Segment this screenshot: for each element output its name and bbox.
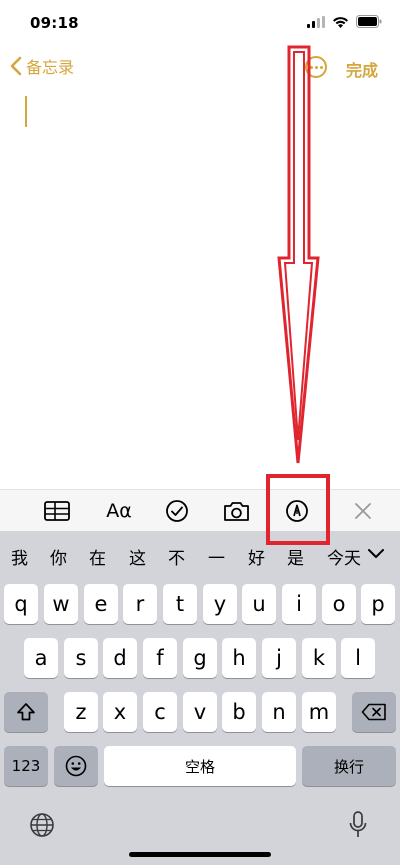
candidate-word[interactable]: 我: [11, 544, 28, 569]
key-g[interactable]: g: [183, 638, 217, 678]
keyboard: 我 你 在 这 不 一 好 是 今天 q w e r t y u i o p a…: [0, 531, 400, 865]
key-a[interactable]: a: [24, 638, 58, 678]
markup-button[interactable]: [285, 499, 309, 523]
candidate-word[interactable]: 你: [50, 544, 67, 569]
emoji-icon: [65, 755, 87, 777]
key-r[interactable]: r: [123, 584, 157, 624]
candidate-word[interactable]: 是: [287, 544, 304, 569]
emoji-key[interactable]: [54, 746, 98, 786]
key-n[interactable]: n: [262, 692, 296, 732]
text-caret: [25, 96, 27, 127]
chevron-down-icon: [368, 549, 384, 558]
candidate-word[interactable]: 今天: [327, 544, 361, 569]
shift-icon: [17, 703, 35, 721]
candidate-word[interactable]: 一: [208, 544, 225, 569]
key-b[interactable]: b: [222, 692, 256, 732]
table-icon: [44, 501, 70, 521]
key-z[interactable]: z: [64, 692, 98, 732]
candidate-word[interactable]: 好: [248, 544, 265, 569]
formatting-toolbar: Aα: [0, 489, 400, 531]
key-u[interactable]: u: [242, 584, 276, 624]
key-y[interactable]: y: [203, 584, 237, 624]
space-key[interactable]: 空格: [104, 746, 296, 786]
camera-button[interactable]: [223, 499, 250, 523]
candidate-word[interactable]: 不: [168, 544, 185, 569]
wifi-icon: [333, 16, 348, 28]
return-key[interactable]: 换行: [302, 746, 396, 786]
key-i[interactable]: i: [282, 584, 316, 624]
key-o[interactable]: o: [322, 584, 356, 624]
numbers-key[interactable]: 123: [4, 746, 48, 786]
note-body[interactable]: [0, 88, 400, 488]
key-x[interactable]: x: [103, 692, 137, 732]
key-k[interactable]: k: [302, 638, 336, 678]
key-w[interactable]: w: [44, 584, 78, 624]
key-d[interactable]: d: [103, 638, 137, 678]
candidate-word[interactable]: 这: [129, 544, 146, 569]
dictation-button[interactable]: [348, 810, 368, 844]
candidate-bar: 我 你 在 这 不 一 好 是 今天: [0, 531, 400, 573]
checklist-button[interactable]: [165, 499, 189, 523]
key-c[interactable]: c: [143, 692, 177, 732]
cellular-signal-icon: [307, 15, 325, 28]
table-button[interactable]: [43, 499, 71, 523]
shift-key[interactable]: [4, 692, 48, 732]
key-e[interactable]: e: [84, 584, 118, 624]
camera-icon: [224, 501, 249, 521]
done-button[interactable]: 完成: [346, 57, 378, 81]
microphone-icon: [349, 811, 367, 837]
chevron-left-icon: [10, 56, 22, 76]
delete-key[interactable]: [352, 692, 396, 732]
key-q[interactable]: q: [4, 584, 38, 624]
key-s[interactable]: s: [64, 638, 98, 678]
markup-pen-icon: [286, 500, 308, 522]
key-f[interactable]: f: [143, 638, 177, 678]
expand-candidates-button[interactable]: [367, 545, 385, 564]
key-v[interactable]: v: [183, 692, 217, 732]
text-format-button[interactable]: Aα: [104, 499, 134, 523]
key-j[interactable]: j: [262, 638, 296, 678]
close-toolbar-button[interactable]: [353, 499, 373, 523]
key-t[interactable]: t: [163, 584, 197, 624]
key-h[interactable]: h: [222, 638, 256, 678]
back-label: 备忘录: [26, 58, 75, 77]
key-p[interactable]: p: [361, 584, 395, 624]
back-button[interactable]: 备忘录: [10, 54, 74, 78]
status-icons: [307, 15, 382, 28]
checklist-icon: [166, 500, 188, 522]
globe-icon: [30, 813, 54, 837]
home-indicator: [129, 852, 271, 857]
status-bar: 09:18: [0, 0, 400, 44]
battery-icon: [356, 15, 382, 28]
navigation-bar: 备忘录 完成: [0, 50, 400, 86]
close-icon: [355, 503, 371, 519]
globe-button[interactable]: [29, 812, 55, 842]
delete-icon: [361, 703, 386, 721]
key-m[interactable]: m: [302, 692, 336, 732]
key-l[interactable]: l: [341, 638, 375, 678]
candidate-word[interactable]: 在: [89, 544, 106, 569]
more-options-button[interactable]: [305, 56, 327, 78]
status-time: 09:18: [30, 14, 79, 32]
